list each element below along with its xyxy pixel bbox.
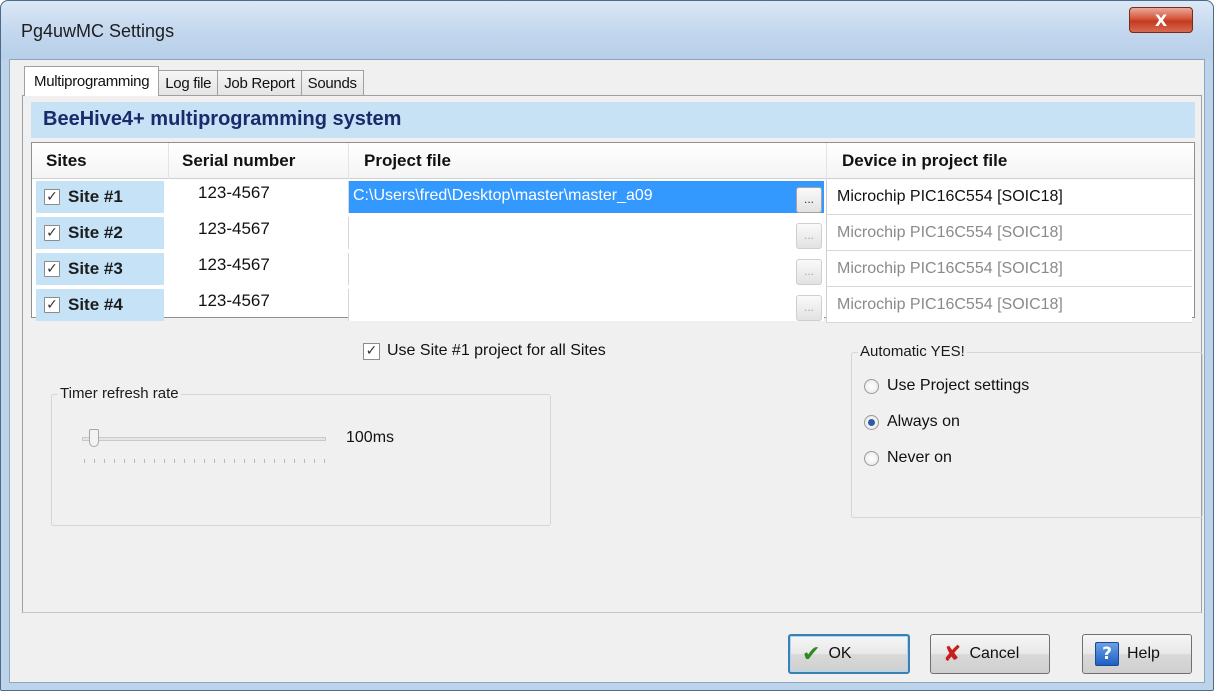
grid-header: Sites Serial number Project file Device …: [32, 143, 1194, 179]
window-title: Pg4uwMC Settings: [21, 21, 175, 41]
x-icon: ✘: [943, 641, 962, 667]
radio-label: Use Project settings: [887, 377, 1030, 394]
browse-button[interactable]: ...: [796, 187, 822, 213]
radio-use-project-settings[interactable]: Use Project settings: [864, 377, 1029, 395]
automatic-yes-title: Automatic YES!: [858, 343, 967, 360]
column-header-sites: Sites: [46, 151, 87, 170]
tab-log-file[interactable]: Log file: [158, 70, 219, 96]
site-label: Site #1: [68, 187, 123, 206]
timer-value: 100ms: [346, 429, 395, 446]
timer-refresh-title: Timer refresh rate: [58, 385, 181, 402]
table-row: ✓ Site #3 123-4567 ... Microchip PIC16C5…: [32, 251, 1194, 287]
table-row: ✓ Site #4 123-4567 ... Microchip PIC16C5…: [32, 287, 1194, 323]
radio-button[interactable]: [864, 378, 879, 394]
device-name: Microchip PIC16C554 [SOIC18]: [837, 296, 1063, 313]
cancel-button[interactable]: ✘ Cancel: [930, 634, 1050, 674]
project-file-input[interactable]: C:\Users\fred\Desktop\master\master_a09: [348, 181, 824, 213]
use-site1-label: Use Site #1 project for all Sites: [387, 342, 606, 359]
automatic-yes-group: Automatic YES! Use Project settings Alwa…: [851, 343, 1203, 518]
system-header: BeeHive4+ multiprogramming system: [31, 102, 1195, 138]
device-cell: Microchip PIC16C554 [SOIC18]: [826, 179, 1192, 215]
site-label: Site #3: [68, 259, 123, 278]
device-name: Microchip PIC16C554 [SOIC18]: [837, 260, 1063, 277]
settings-window: Pg4uwMC Settings X Multiprogramming Log …: [0, 0, 1214, 691]
dialog-client: Multiprogramming Log file Job Report Sou…: [9, 59, 1205, 683]
serial-number: 123-4567: [198, 255, 270, 274]
radio-button[interactable]: [864, 414, 879, 430]
tab-strip: Multiprogramming Log file Job Report Sou…: [24, 66, 364, 96]
serial-number: 123-4567: [198, 183, 270, 202]
ok-label: OK: [828, 645, 852, 662]
browse-button[interactable]: ...: [796, 223, 822, 249]
project-file-input[interactable]: [348, 217, 824, 249]
project-file-path: C:\Users\fred\Desktop\master\master_a09: [353, 187, 653, 204]
column-header-device: Device in project file: [842, 151, 1008, 170]
help-label: Help: [1127, 645, 1160, 662]
site-cell: ✓ Site #2: [36, 217, 164, 249]
browse-button[interactable]: ...: [796, 295, 822, 321]
serial-number: 123-4567: [198, 219, 270, 238]
slider-ticks: [84, 459, 326, 463]
cancel-label: Cancel: [969, 645, 1020, 662]
use-site1-checkbox-box[interactable]: ✓: [363, 342, 380, 360]
project-file-input[interactable]: [348, 253, 824, 285]
site-label: Site #2: [68, 223, 123, 242]
column-divider: [348, 143, 349, 179]
serial-number: 123-4567: [198, 291, 270, 310]
browse-button[interactable]: ...: [796, 259, 822, 285]
radio-never-on[interactable]: Never on: [864, 449, 952, 467]
site-checkbox[interactable]: ✓: [44, 225, 60, 241]
help-icon: ?: [1095, 642, 1119, 666]
table-row: ✓ Site #1 123-4567 C:\Users\fred\Desktop…: [32, 179, 1194, 215]
tab-sounds[interactable]: Sounds: [300, 70, 364, 96]
tab-multiprogramming[interactable]: Multiprogramming: [24, 66, 160, 96]
site-cell: ✓ Site #1: [36, 181, 164, 213]
radio-always-on[interactable]: Always on: [864, 413, 960, 431]
column-header-serial: Serial number: [182, 151, 296, 170]
use-site1-for-all-checkbox[interactable]: ✓ Use Site #1 project for all Sites: [363, 342, 606, 360]
device-name: Microchip PIC16C554 [SOIC18]: [837, 224, 1063, 241]
column-divider: [168, 143, 169, 179]
system-title: BeeHive4+ multiprogramming system: [43, 108, 402, 130]
site-checkbox[interactable]: ✓: [44, 189, 60, 205]
timer-slider-track[interactable]: [82, 437, 326, 441]
table-row: ✓ Site #2 123-4567 ... Microchip PIC16C5…: [32, 215, 1194, 251]
site-checkbox[interactable]: ✓: [44, 297, 60, 313]
site-checkbox[interactable]: ✓: [44, 261, 60, 277]
radio-button[interactable]: [864, 450, 879, 466]
title-bar: Pg4uwMC Settings X: [1, 1, 1213, 59]
close-icon: X: [1154, 10, 1168, 30]
timer-slider-thumb[interactable]: [89, 429, 100, 447]
site-cell: ✓ Site #4: [36, 289, 164, 321]
device-name: Microchip PIC16C554 [SOIC18]: [837, 188, 1063, 205]
device-cell: Microchip PIC16C554 [SOIC18]: [826, 215, 1192, 251]
multiprogramming-panel: BeeHive4+ multiprogramming system Sites …: [22, 95, 1203, 613]
column-header-project: Project file: [364, 151, 451, 170]
radio-label: Never on: [887, 449, 952, 466]
checkmark-icon: ✔: [802, 641, 821, 667]
timer-refresh-group: Timer refresh rate 100ms: [51, 385, 551, 526]
help-button[interactable]: ? Help: [1082, 634, 1192, 674]
site-cell: ✓ Site #3: [36, 253, 164, 285]
device-cell: Microchip PIC16C554 [SOIC18]: [826, 251, 1192, 287]
device-cell: Microchip PIC16C554 [SOIC18]: [826, 287, 1192, 323]
site-label: Site #4: [68, 295, 123, 314]
button-bar: ✔ OK ✘ Cancel ? Help: [10, 618, 1204, 682]
column-divider: [826, 143, 827, 179]
project-file-input[interactable]: [348, 289, 824, 321]
radio-label: Always on: [887, 413, 960, 430]
close-button[interactable]: X: [1129, 7, 1193, 33]
sites-grid: Sites Serial number Project file Device …: [31, 142, 1195, 323]
tab-job-report[interactable]: Job Report: [217, 70, 302, 96]
ok-button[interactable]: ✔ OK: [788, 634, 910, 674]
